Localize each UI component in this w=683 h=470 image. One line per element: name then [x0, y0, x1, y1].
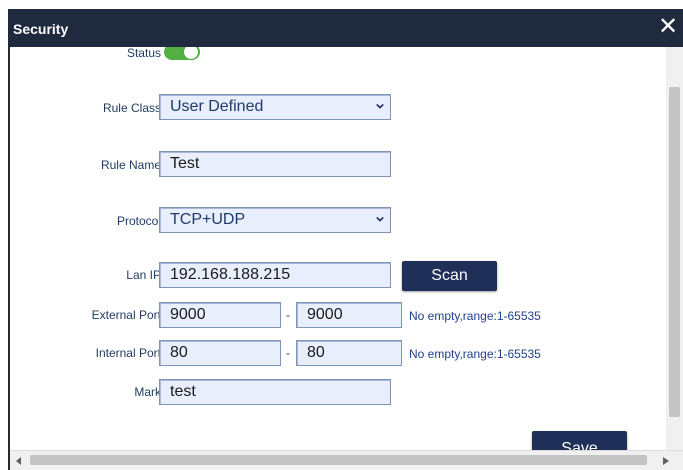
lan-ip-label: Lan IP: [126, 268, 161, 282]
rule-class-value: User Defined: [170, 98, 264, 115]
internal-port-start-input[interactable]: 80: [159, 340, 281, 366]
horizontal-scrollbar[interactable]: [10, 450, 683, 470]
range-separator: -: [286, 308, 290, 322]
internal-port-start-value: 80: [170, 344, 188, 361]
scan-button[interactable]: Scan: [402, 261, 497, 291]
status-toggle[interactable]: [164, 47, 200, 60]
protocol-value: TCP+UDP: [170, 211, 246, 228]
vertical-scrollbar[interactable]: [666, 47, 683, 450]
external-port-end-input[interactable]: 9000: [296, 302, 402, 328]
dialog-title: Security: [13, 21, 69, 37]
toggle-knob: [184, 47, 198, 59]
mark-input[interactable]: test: [159, 379, 391, 405]
chevron-down-icon: [376, 103, 384, 109]
rule-class-label: Rule Class: [102, 101, 161, 115]
external-port-label: External Port: [91, 308, 161, 322]
rule-name-value: Test: [170, 155, 200, 172]
lan-ip-input[interactable]: 192.168.188.215: [159, 262, 391, 288]
lan-ip-value: 192.168.188.215: [170, 266, 291, 283]
mark-label: Mark: [134, 385, 161, 399]
horizontal-scroll-thumb[interactable]: [30, 455, 647, 465]
protocol-label: Protocol: [116, 214, 161, 228]
status-label: Status: [126, 47, 161, 60]
rule-name-label: Rule Name: [100, 158, 161, 172]
vertical-scroll-thumb[interactable]: [669, 87, 680, 417]
external-port-start-input[interactable]: 9000: [159, 302, 281, 328]
range-separator: -: [286, 346, 290, 360]
mark-value: test: [170, 383, 196, 400]
external-port-hint: No empty,range:1-65535: [409, 309, 541, 323]
external-port-start-value: 9000: [170, 306, 206, 323]
dialog-titlebar: Security ✕: [8, 9, 683, 47]
chevron-down-icon: [376, 216, 384, 222]
internal-port-end-input[interactable]: 80: [296, 340, 402, 366]
scroll-left-icon[interactable]: [16, 457, 22, 465]
rule-name-input[interactable]: Test: [159, 151, 391, 177]
internal-port-hint: No empty,range:1-65535: [409, 347, 541, 361]
scroll-right-icon[interactable]: [663, 457, 669, 465]
protocol-select[interactable]: TCP+UDP: [159, 207, 391, 233]
external-port-end-value: 9000: [307, 306, 343, 323]
close-icon[interactable]: ✕: [653, 9, 683, 47]
save-button[interactable]: Save: [532, 431, 627, 450]
rule-class-select[interactable]: User Defined: [159, 94, 391, 120]
top-strip: [0, 0, 683, 9]
internal-port-end-value: 80: [307, 344, 325, 361]
security-form: Status Rule Class User Defined Rule Name…: [10, 47, 666, 450]
internal-port-label: Internal Port: [95, 346, 161, 360]
